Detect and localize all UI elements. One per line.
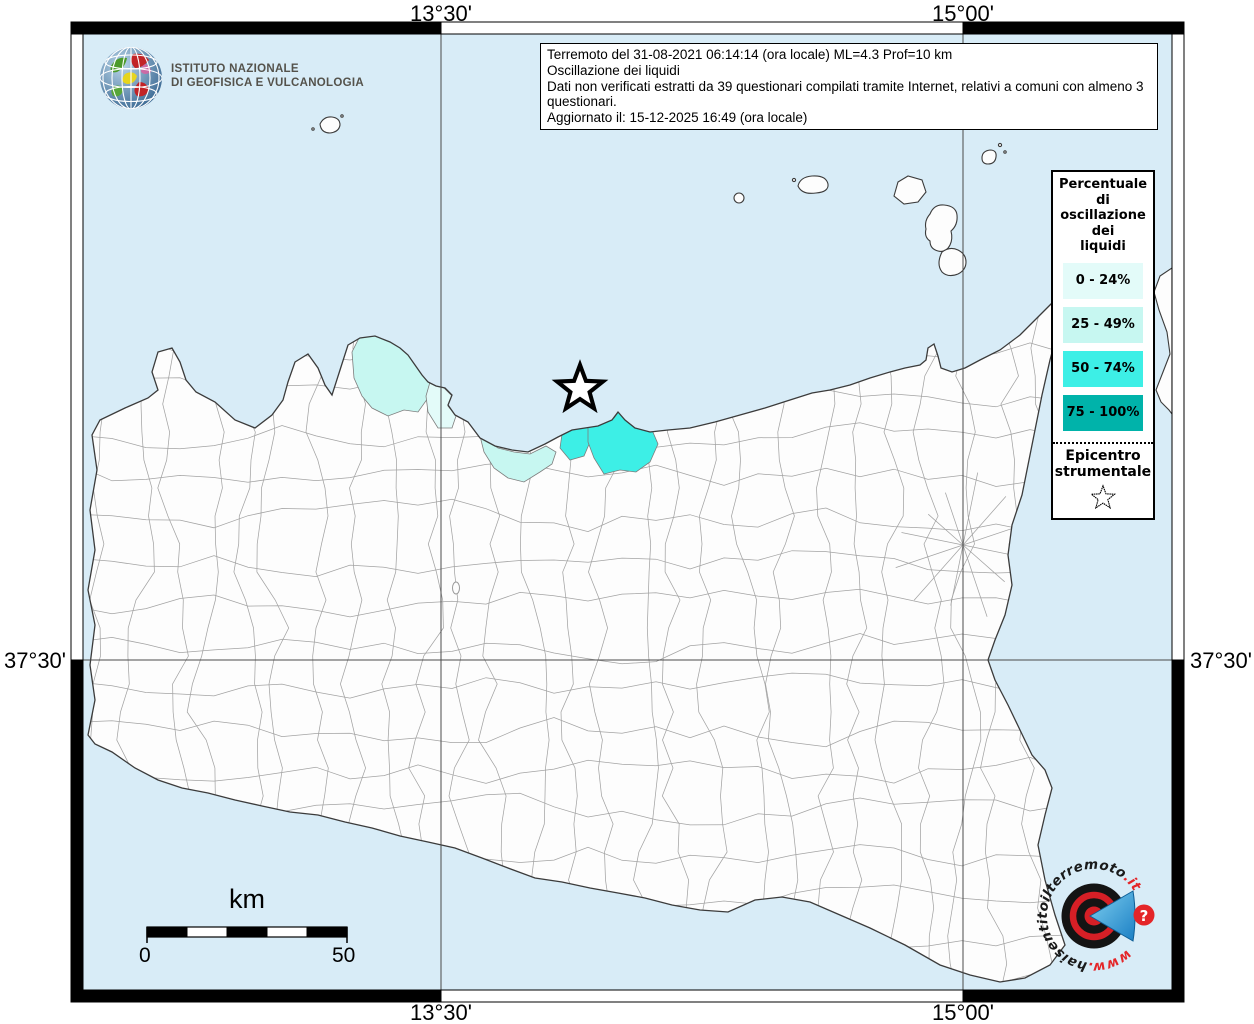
legend-class-1: 25 - 49%	[1063, 306, 1143, 343]
ingv-name-line1: ISTITUTO NAZIONALE	[171, 63, 299, 75]
scale-end-label: 50	[332, 944, 356, 967]
grid-label-right: 37°30'	[1190, 648, 1252, 673]
macroseismic-map-page: www.haisentitoilterremoto.it ? 13°30' 15…	[0, 0, 1254, 1024]
legend-class-2: 50 - 74%	[1063, 350, 1143, 387]
legend-epicenter-label: Epicentro strumentale	[1054, 447, 1152, 481]
earthquake-info-box: Terremoto del 31-08-2021 06:14:14 (ora l…	[540, 43, 1158, 130]
small-lake	[452, 581, 460, 595]
question-mark-icon: ?	[1140, 907, 1149, 925]
info-line-event: Terremoto del 31-08-2021 06:14:14 (ora l…	[547, 47, 953, 62]
grid-label-left: 37°30'	[4, 648, 66, 673]
legend-class-0: 0 - 24%	[1063, 262, 1143, 299]
legend-star-icon	[1088, 484, 1118, 512]
scale-unit-label: km	[229, 884, 265, 914]
info-line-effect: Oscillazione dei liquidi	[547, 62, 680, 78]
grid-label-bottom-right: 15°00'	[932, 1000, 994, 1024]
legend-class-3: 75 - 100%	[1063, 394, 1143, 431]
legend-title: Percentuale di oscillazione dei liquidi	[1058, 177, 1148, 254]
legend-panel: Percentuale di oscillazione dei liquidi …	[1051, 170, 1155, 520]
legend-divider	[1053, 441, 1153, 444]
ingv-name-line2: DI GEOFISICA E VULCANOLOGIA	[171, 77, 364, 89]
grid-label-top-left: 13°30'	[410, 1, 472, 26]
grid-label-bottom-left: 13°30'	[410, 1000, 472, 1024]
info-line-source: Dati non verificati estratti da 39 quest…	[547, 78, 1144, 110]
scale-start-label: 0	[139, 944, 151, 967]
info-line-updated: Aggiornato il: 15-12-2025 16:49 (ora loc…	[547, 110, 808, 126]
grid-label-top-right: 15°00'	[932, 1, 994, 26]
ingv-wordmark: ISTITUTO NAZIONALE DI GEOFISICA E VULCAN…	[171, 62, 364, 90]
ingv-globe-icon	[100, 47, 162, 109]
